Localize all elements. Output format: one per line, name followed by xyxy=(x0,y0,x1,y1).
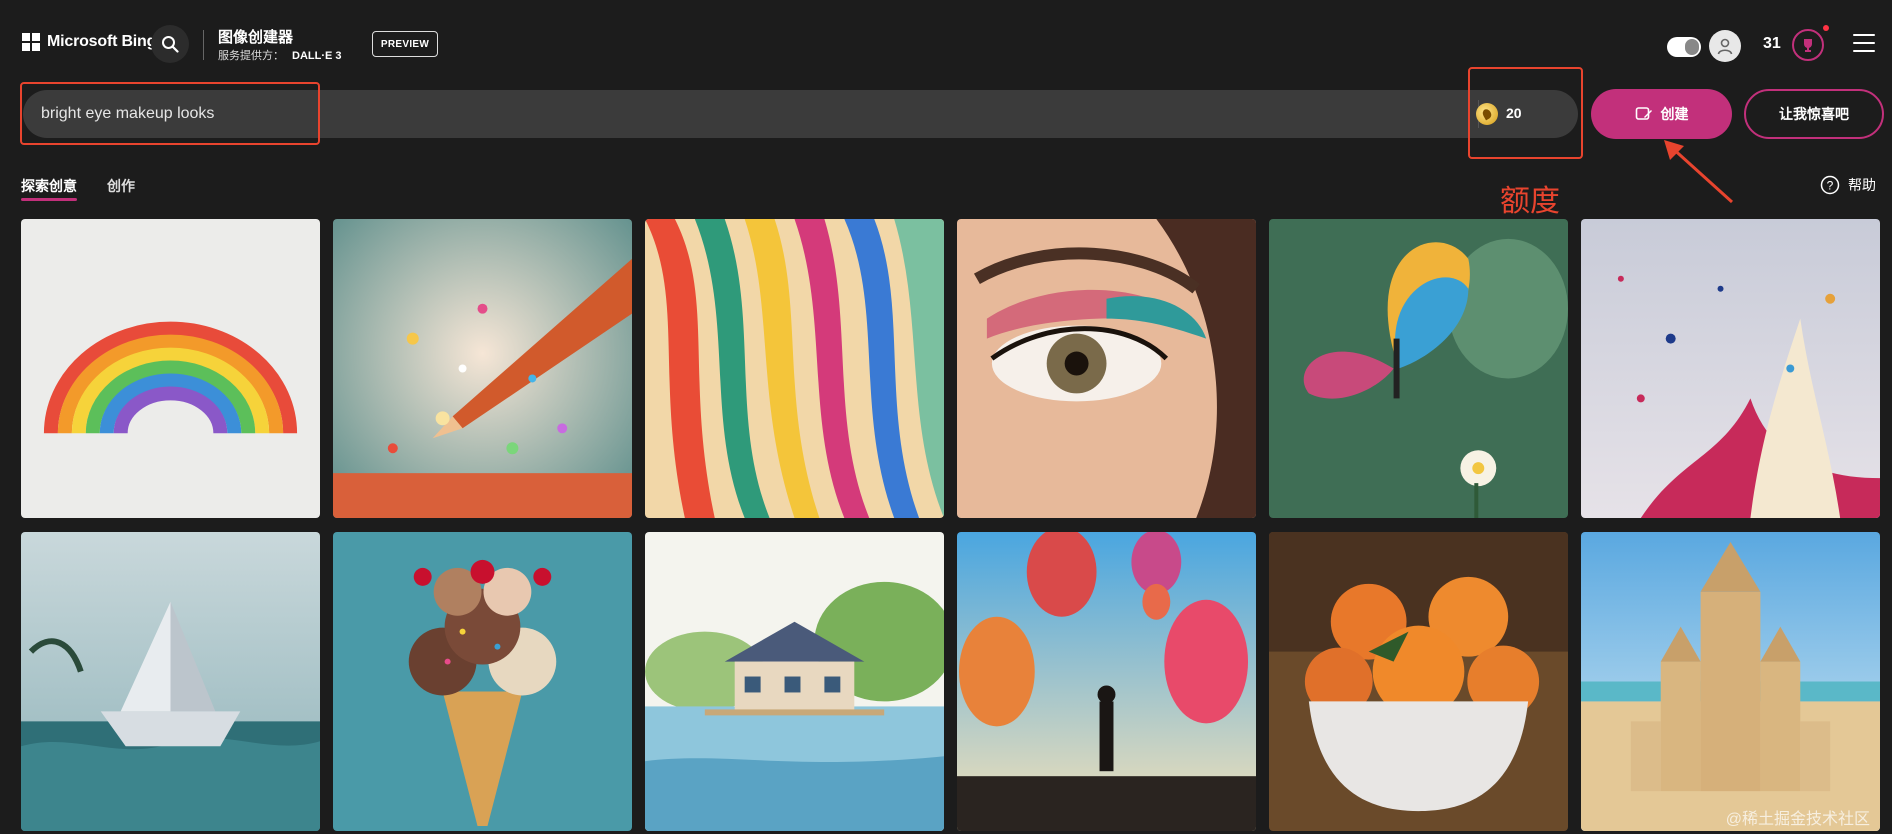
preview-badge: PREVIEW xyxy=(372,31,438,57)
microsoft-logo-icon xyxy=(22,33,40,51)
provider-prefix: 服务提供方： xyxy=(218,50,284,62)
create-button[interactable]: 创建 xyxy=(1591,89,1732,139)
search-button[interactable] xyxy=(151,25,189,63)
ice-cream-image[interactable] xyxy=(333,532,632,831)
paint-splash-image[interactable] xyxy=(1581,219,1880,518)
trophy-icon xyxy=(1804,39,1812,52)
boost-annotation-label: 额度 xyxy=(1500,185,1560,218)
tab-creations[interactable]: 创作 xyxy=(107,176,135,196)
help-link[interactable]: ? 帮助 xyxy=(1820,175,1876,195)
search-icon xyxy=(162,36,179,53)
notification-dot xyxy=(1823,25,1829,31)
butterfly-image[interactable] xyxy=(1269,219,1568,518)
tab-explore[interactable]: 探索创意 xyxy=(21,176,77,196)
theme-toggle[interactable] xyxy=(1667,37,1701,57)
menu-icon-line xyxy=(1853,50,1875,52)
provider-subtitle: 服务提供方： DALL·E 3 xyxy=(218,47,342,63)
user-icon xyxy=(1717,38,1733,55)
rewards-count: 31 xyxy=(1763,35,1781,52)
help-icon: ? xyxy=(1820,175,1840,195)
arrow-icon xyxy=(1664,140,1734,204)
create-label: 创建 xyxy=(1660,106,1689,122)
avatar[interactable] xyxy=(1709,30,1741,62)
bing-logo[interactable]: Microsoft Bing xyxy=(22,33,156,51)
menu-icon-line xyxy=(1853,42,1875,44)
menu-icon-line xyxy=(1853,34,1875,36)
eye-makeup-image[interactable] xyxy=(957,219,1256,518)
page-title: 图像创建器 xyxy=(218,29,294,46)
watermark: @稀土掘金技术社区 xyxy=(1725,811,1870,828)
active-tab-indicator xyxy=(21,198,77,201)
ribbons-image[interactable] xyxy=(645,219,944,518)
image-gallery: @稀土掘金技术社区 xyxy=(21,219,1881,831)
help-label: 帮助 xyxy=(1848,177,1876,193)
paper-boat-image[interactable] xyxy=(21,532,320,831)
prompt-highlight-box xyxy=(20,82,320,145)
sandcastle-image[interactable]: @稀土掘金技术社区 xyxy=(1581,532,1880,831)
brand-name: Microsoft Bing xyxy=(47,33,157,50)
rainbow-image[interactable] xyxy=(21,219,320,518)
provider-name: DALL·E 3 xyxy=(292,50,342,62)
svg-text:?: ? xyxy=(1827,179,1834,193)
balloons-image[interactable] xyxy=(957,532,1256,831)
create-image-icon xyxy=(1635,107,1652,120)
rewards-button[interactable] xyxy=(1792,29,1824,61)
menu-button[interactable] xyxy=(1853,34,1875,52)
pencil-glitter-image[interactable] xyxy=(333,219,632,518)
boost-highlight-box xyxy=(1468,67,1583,159)
header-divider xyxy=(203,30,204,60)
oranges-bowl-image[interactable] xyxy=(1269,532,1568,831)
surprise-me-button[interactable]: 让我惊喜吧 xyxy=(1744,89,1884,139)
lake-house-image[interactable] xyxy=(645,532,944,831)
